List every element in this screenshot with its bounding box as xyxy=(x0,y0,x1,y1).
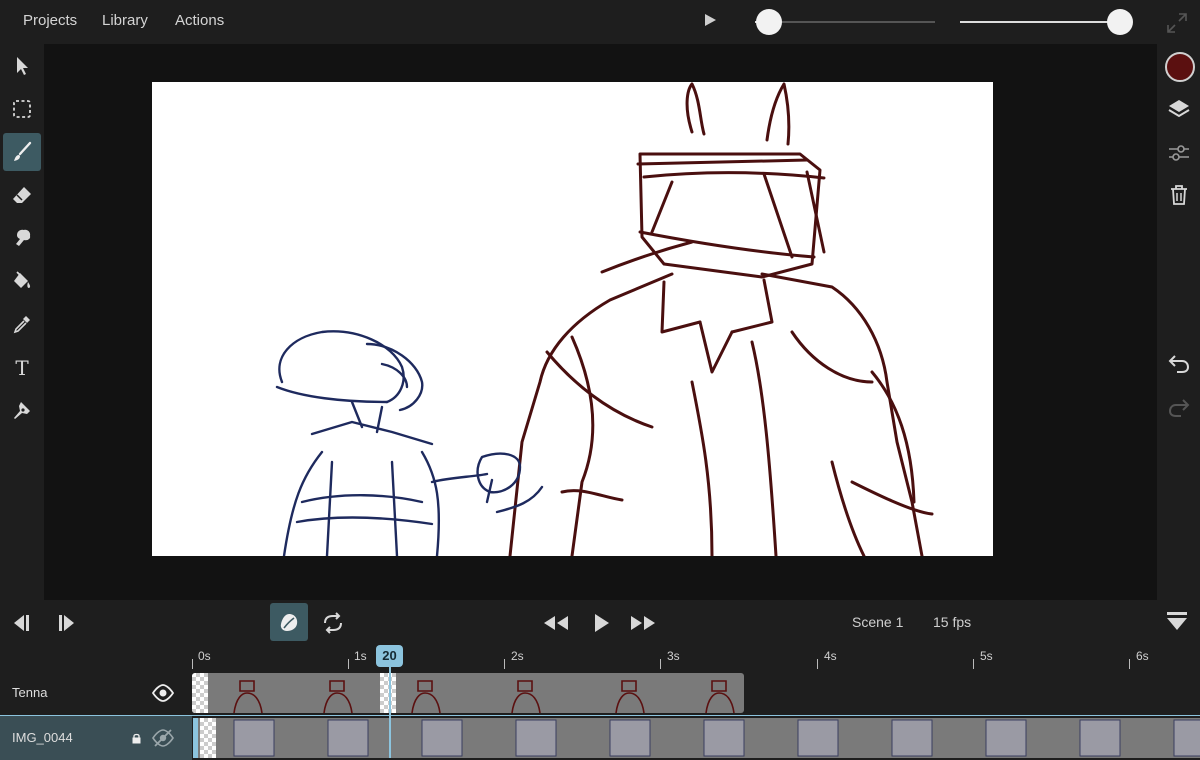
tick xyxy=(504,659,505,669)
layer-frames[interactable] xyxy=(192,673,744,713)
redo-icon[interactable] xyxy=(1164,392,1194,422)
tick-label-1s: 1s xyxy=(354,649,367,663)
layer-frames[interactable] xyxy=(198,718,1200,758)
empty-frame xyxy=(200,718,216,758)
tick xyxy=(192,659,193,669)
play-icon-main[interactable] xyxy=(586,608,616,638)
top-bar: Projects Library Actions xyxy=(0,0,1200,44)
speed-slider-track[interactable] xyxy=(755,21,935,23)
scene-label[interactable]: Scene 1 xyxy=(852,614,903,630)
frame-thumbnails xyxy=(233,719,1200,757)
sketch-artwork xyxy=(275,82,934,556)
tick xyxy=(817,659,818,669)
tick-label-3s: 3s xyxy=(667,649,680,663)
tick-label-4s: 4s xyxy=(824,649,837,663)
speed-slider-thumb[interactable] xyxy=(756,9,782,35)
empty-frame xyxy=(192,673,208,713)
rewind-icon[interactable] xyxy=(541,608,571,638)
fast-forward-icon[interactable] xyxy=(628,608,658,638)
eye-icon[interactable] xyxy=(152,684,174,702)
left-toolbar: T xyxy=(0,44,44,600)
tick-label-0s: 0s xyxy=(198,649,211,663)
play-icon[interactable] xyxy=(705,14,716,26)
layer-row-tenna[interactable]: Tenna xyxy=(0,671,1200,715)
brush-icon[interactable] xyxy=(3,133,41,171)
layer-name: IMG_0044 xyxy=(12,730,73,745)
pen-icon[interactable] xyxy=(3,391,41,429)
eraser-icon[interactable] xyxy=(3,176,41,214)
lock-icon[interactable] xyxy=(132,733,141,744)
text-icon[interactable]: T xyxy=(3,348,41,386)
collapse-timeline-icon[interactable] xyxy=(1166,610,1188,632)
trash-icon[interactable] xyxy=(1164,180,1194,210)
eye-hidden-icon[interactable] xyxy=(152,729,174,747)
menu-actions[interactable]: Actions xyxy=(175,12,224,29)
brush-size-slider-thumb[interactable] xyxy=(1106,9,1133,35)
playback-controls: Scene 1 15 fps xyxy=(0,600,1200,645)
tick xyxy=(973,659,974,669)
eyedropper-icon[interactable] xyxy=(3,305,41,343)
undo-icon[interactable] xyxy=(1164,348,1194,378)
adjust-sliders-icon[interactable] xyxy=(1164,138,1194,168)
svg-text:T: T xyxy=(15,356,29,378)
smudge-icon[interactable] xyxy=(3,219,41,257)
tick xyxy=(1129,659,1130,669)
next-frame-icon[interactable] xyxy=(52,608,82,638)
tick xyxy=(348,659,349,669)
timeline-ruler[interactable]: 0s 1s 2s 3s 4s 5s 6s xyxy=(0,645,1200,671)
loop-icon[interactable] xyxy=(318,608,348,638)
marquee-select-icon[interactable] xyxy=(3,90,41,128)
tick-label-2s: 2s xyxy=(511,649,524,663)
layers-icon[interactable] xyxy=(1164,94,1194,124)
playhead-line[interactable] xyxy=(389,667,391,758)
brush-size-slider-fill xyxy=(960,21,1120,23)
frame-thumbnails xyxy=(233,680,735,713)
right-toolbar xyxy=(1157,44,1200,600)
layer-header[interactable]: IMG_0044 xyxy=(0,716,192,760)
drawing-canvas[interactable] xyxy=(152,82,993,556)
menu-library[interactable]: Library xyxy=(102,12,148,29)
layer-header[interactable]: Tenna xyxy=(0,671,192,715)
layer-row-img-0044[interactable]: IMG_0044 xyxy=(0,715,1200,760)
tick-label-5s: 5s xyxy=(980,649,993,663)
tick xyxy=(660,659,661,669)
expand-icon[interactable] xyxy=(1166,12,1188,34)
fps-label[interactable]: 15 fps xyxy=(933,614,971,630)
previous-frame-icon[interactable] xyxy=(6,608,36,638)
select-arrow-icon[interactable] xyxy=(3,47,41,85)
fill-bucket-icon[interactable] xyxy=(3,262,41,300)
layer-name: Tenna xyxy=(12,685,48,700)
playhead-frame-badge[interactable]: 20 xyxy=(376,645,403,667)
onion-skin-icon[interactable] xyxy=(270,603,308,641)
color-swatch[interactable] xyxy=(1165,52,1195,82)
menu-projects[interactable]: Projects xyxy=(23,12,77,29)
tick-label-6s: 6s xyxy=(1136,649,1149,663)
